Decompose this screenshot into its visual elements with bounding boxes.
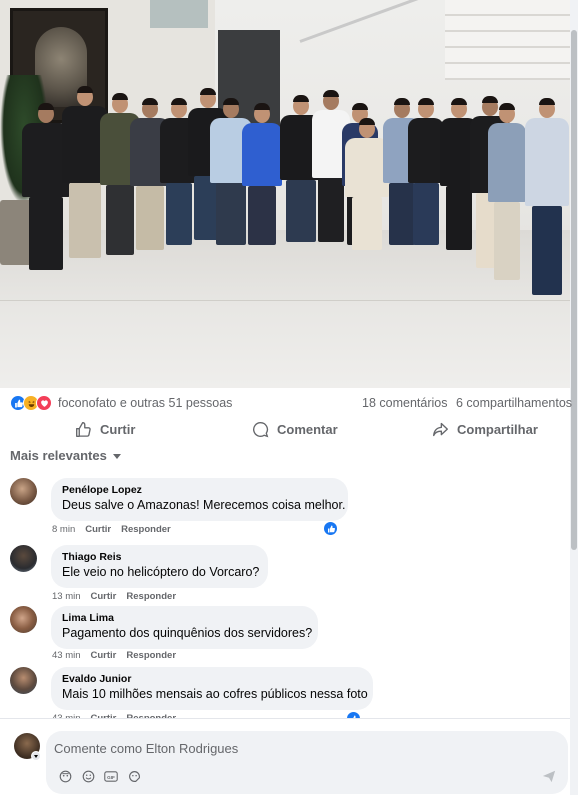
comment-button-label: Comentar — [277, 421, 338, 437]
reactions-summary-row: foconofato e outras 51 pessoas 18 coment… — [10, 395, 572, 413]
gif-icon[interactable]: GIF — [104, 769, 118, 783]
comment-bubble: Lima Lima Pagamento dos quinquênios dos … — [51, 606, 318, 649]
reactions-text[interactable]: foconofato e outras 51 pessoas — [58, 396, 232, 410]
comment-input-box[interactable]: GIF — [46, 731, 568, 794]
comment-bubble: Penélope Lopez Deus salve o Amazonas! Me… — [51, 478, 348, 521]
emoji-icon[interactable] — [81, 769, 95, 783]
comment-meta: 13 min Curtir Responder — [52, 591, 176, 602]
comment-time[interactable]: 43 min — [52, 650, 81, 661]
shares-count[interactable]: 6 compartilhamentos — [456, 396, 572, 410]
sort-label: Mais relevantes — [10, 448, 107, 463]
svg-text:GIF: GIF — [107, 774, 115, 779]
comment-meta: 43 min Curtir Responder — [52, 650, 176, 661]
comment-author[interactable]: Lima Lima — [62, 612, 307, 625]
comment-reply-button[interactable]: Responder — [126, 591, 176, 602]
composer-tools: GIF — [58, 769, 141, 783]
photo-staircase — [445, 0, 570, 80]
comment-reply-button[interactable]: Responder — [126, 650, 176, 661]
photo-window — [150, 0, 208, 28]
comment-like-button[interactable]: Curtir — [91, 650, 117, 661]
comment-icon — [253, 421, 269, 437]
comment-text: Pagamento dos quinquênios dos servidores… — [62, 626, 313, 640]
comment-composer: GIF — [0, 718, 570, 795]
comment-author[interactable]: Thiago Reis — [62, 551, 257, 564]
comment-like-badge[interactable] — [323, 521, 338, 536]
share-button[interactable]: Compartilhar — [432, 414, 538, 444]
comment-author[interactable]: Evaldo Junior — [62, 673, 362, 686]
post-actions-bar: Curtir Comentar Compartilhar — [0, 414, 570, 444]
comment-input[interactable] — [54, 739, 494, 757]
post-photo[interactable] — [0, 0, 570, 388]
share-icon — [433, 422, 448, 436]
page-scrollbar-thumb[interactable] — [571, 30, 577, 550]
avatar[interactable] — [10, 606, 37, 633]
comment-bubble: Thiago Reis Ele veio no helicóptero do V… — [51, 545, 268, 588]
comment-text: Deus salve o Amazonas! Merecemos coisa m… — [62, 498, 346, 512]
like-button-label: Curtir — [100, 421, 136, 437]
like-button[interactable]: Curtir — [75, 414, 135, 444]
chevron-down-icon[interactable] — [31, 751, 41, 761]
avatar[interactable] — [10, 478, 37, 505]
comment-sort-dropdown[interactable]: Mais relevantes — [10, 448, 121, 463]
comment-time[interactable]: 8 min — [52, 524, 75, 535]
comment-meta: 8 min Curtir Responder — [52, 524, 171, 535]
share-button-label: Compartilhar — [457, 421, 538, 437]
comment-button[interactable]: Comentar — [252, 414, 338, 444]
comment-text: Ele veio no helicóptero do Vorcaro? — [62, 565, 260, 579]
thumbs-up-icon — [76, 421, 91, 437]
love-reaction-icon — [36, 395, 52, 411]
send-icon[interactable] — [542, 769, 556, 788]
caret-down-icon — [112, 454, 121, 459]
comment-like-button[interactable]: Curtir — [91, 591, 117, 602]
comment-reply-button[interactable]: Responder — [121, 524, 171, 535]
avatar[interactable] — [10, 667, 37, 694]
sticker-icon[interactable] — [127, 769, 141, 783]
like-icon — [327, 525, 335, 532]
photo-railing — [299, 0, 442, 43]
comment-like-button[interactable]: Curtir — [85, 524, 111, 535]
comments-count[interactable]: 18 comentários — [362, 396, 447, 410]
reaction-icons[interactable] — [10, 395, 52, 411]
avatar-sticker-icon[interactable] — [58, 769, 72, 783]
comment-text: Mais 10 milhões mensais ao cofres públic… — [62, 687, 368, 701]
avatar[interactable] — [10, 545, 37, 572]
comment-author[interactable]: Penélope Lopez — [62, 484, 337, 497]
comment-time[interactable]: 13 min — [52, 591, 81, 602]
comment-bubble: Evaldo Junior Mais 10 milhões mensais ao… — [51, 667, 373, 710]
